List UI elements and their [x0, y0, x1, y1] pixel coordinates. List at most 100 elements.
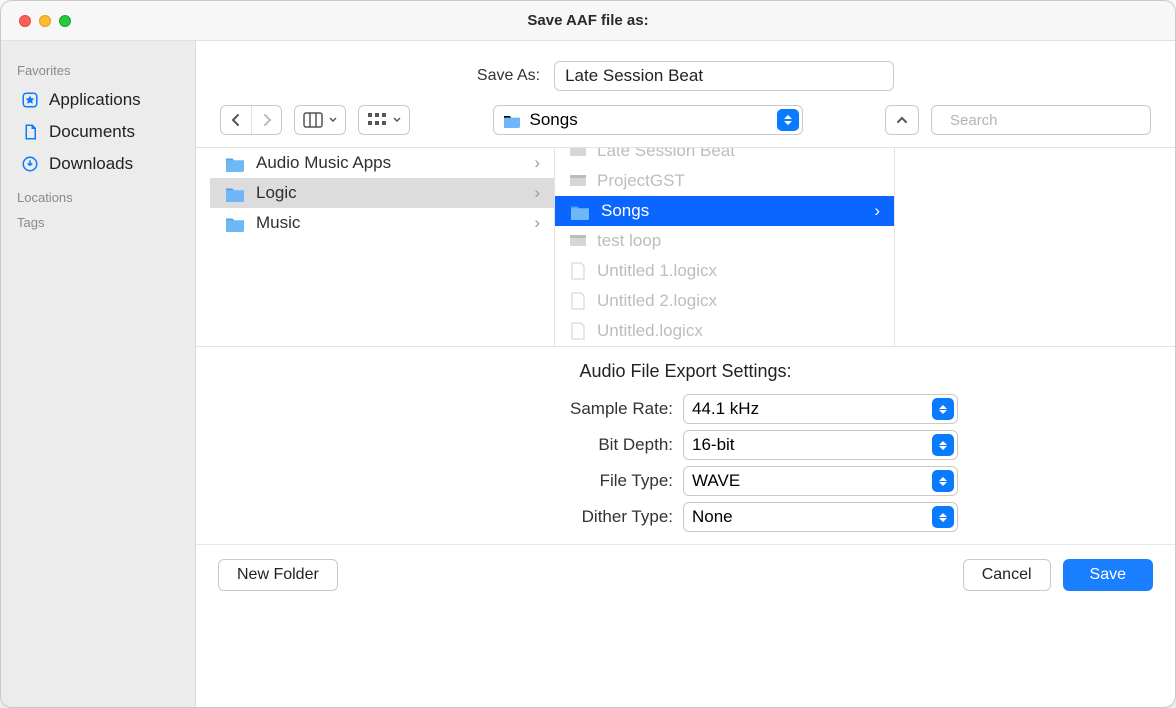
export-setting-label: Sample Rate: — [413, 399, 673, 419]
list-item[interactable]: ProjectGST — [555, 166, 894, 196]
list-item[interactable]: Untitled.logicx — [555, 316, 894, 346]
list-item[interactable]: Late Session Beat — [555, 148, 894, 166]
export-setting-label: File Type: — [413, 471, 673, 491]
chevron-right-icon: › — [534, 213, 540, 233]
main-panel: Save As: — [196, 41, 1175, 707]
close-window-button[interactable] — [19, 15, 31, 27]
list-item[interactable]: Audio Music Apps › — [210, 148, 554, 178]
sidebar-item-documents[interactable]: Documents — [11, 116, 185, 148]
new-folder-button[interactable]: New Folder — [218, 559, 338, 591]
folder-icon — [224, 184, 246, 202]
chevron-down-icon — [329, 117, 337, 123]
sidebar-section-favorites: Favorites — [17, 63, 179, 78]
project-icon — [569, 231, 587, 251]
list-item[interactable]: test loop — [555, 226, 894, 256]
export-setting-select[interactable]: 16-bit — [683, 430, 958, 460]
list-item[interactable]: Untitled 1.logicx — [555, 256, 894, 286]
export-setting-select[interactable]: 44.1 kHz — [683, 394, 958, 424]
folder-icon — [502, 112, 522, 128]
export-setting-select[interactable]: WAVE — [683, 466, 958, 496]
list-item-label: ProjectGST — [597, 171, 685, 191]
sidebar-section-locations: Locations — [17, 190, 179, 205]
list-item-label: Songs — [601, 201, 649, 221]
dialog-footer: New Folder Cancel Save — [196, 544, 1175, 613]
titlebar: Save AAF file as: — [1, 1, 1175, 41]
minimize-window-button[interactable] — [39, 15, 51, 27]
export-settings-panel: Audio File Export Settings: Sample Rate:… — [196, 347, 1175, 544]
collapse-browser-button[interactable] — [885, 105, 919, 135]
save-button[interactable]: Save — [1063, 559, 1153, 591]
list-item-label: Untitled.logicx — [597, 321, 703, 341]
columns-view-icon — [303, 112, 323, 128]
column-3[interactable] — [895, 148, 1175, 346]
search-input[interactable] — [950, 112, 1149, 129]
project-icon — [569, 148, 587, 161]
column-1[interactable]: Audio Music Apps › Logic › Music › — [210, 148, 555, 346]
window-title: Save AAF file as: — [527, 12, 648, 29]
chevron-right-icon — [261, 113, 273, 127]
list-item-label: Logic — [256, 183, 297, 203]
save-as-input[interactable] — [554, 61, 894, 91]
group-by-button[interactable] — [358, 105, 410, 135]
export-setting-row: File Type: WAVE — [196, 466, 1175, 496]
zoom-window-button[interactable] — [59, 15, 71, 27]
cancel-button[interactable]: Cancel — [963, 559, 1051, 591]
list-item-label: Untitled 1.logicx — [597, 261, 717, 281]
list-item-label: test loop — [597, 231, 661, 251]
list-item-label: Music — [256, 213, 300, 233]
sidebar-section-tags: Tags — [17, 215, 179, 230]
save-as-row: Save As: — [196, 41, 1175, 101]
export-setting-row: Bit Depth: 16-bit — [196, 430, 1175, 460]
nav-back-button[interactable] — [221, 106, 251, 134]
project-icon — [569, 171, 587, 191]
export-setting-row: Sample Rate: 44.1 kHz — [196, 394, 1175, 424]
grid-icon — [367, 112, 387, 128]
chevron-right-icon: › — [534, 153, 540, 173]
select-arrows-icon — [932, 506, 954, 528]
chevron-right-icon: › — [534, 183, 540, 203]
sidebar: Favorites Applications Documents Downloa… — [1, 41, 196, 707]
logic-file-icon — [569, 291, 587, 311]
applications-icon — [21, 91, 39, 109]
export-setting-select[interactable]: None — [683, 502, 958, 532]
select-arrows-icon — [932, 470, 954, 492]
list-item-label: Untitled 2.logicx — [597, 291, 717, 311]
list-item-label: Audio Music Apps — [256, 153, 391, 173]
sidebar-item-label: Applications — [49, 90, 141, 110]
folder-icon — [569, 202, 591, 220]
browser-toolbar: Songs — [196, 101, 1175, 147]
chevron-down-icon — [393, 117, 401, 123]
location-popup-arrows — [777, 109, 799, 131]
nav-forward-button[interactable] — [251, 106, 281, 134]
nav-back-forward — [220, 105, 282, 135]
export-setting-label: Dither Type: — [413, 507, 673, 527]
export-setting-value: 44.1 kHz — [692, 399, 759, 419]
location-popup[interactable]: Songs — [493, 105, 803, 135]
list-item[interactable]: Logic › — [210, 178, 554, 208]
export-setting-value: None — [692, 507, 733, 527]
chevron-up-icon — [896, 115, 908, 125]
column-2[interactable]: Late Session Beat ProjectGST Songs › test lo… — [555, 148, 895, 346]
list-item-label: Late Session Beat — [597, 148, 735, 161]
search-field[interactable] — [931, 105, 1151, 135]
export-settings-title: Audio File Export Settings: — [196, 361, 1175, 382]
export-setting-label: Bit Depth: — [413, 435, 673, 455]
documents-icon — [21, 123, 39, 141]
folder-icon — [224, 154, 246, 172]
downloads-icon — [21, 155, 39, 173]
list-item[interactable]: Music › — [210, 208, 554, 238]
chevron-right-icon: › — [874, 201, 880, 221]
save-dialog-window: Save AAF file as: Favorites Applications… — [0, 0, 1176, 708]
export-setting-value: WAVE — [692, 471, 740, 491]
sidebar-item-label: Documents — [49, 122, 135, 142]
view-columns-button[interactable] — [294, 105, 346, 135]
logic-file-icon — [569, 261, 587, 281]
sidebar-item-applications[interactable]: Applications — [11, 84, 185, 116]
sidebar-item-downloads[interactable]: Downloads — [11, 148, 185, 180]
list-item[interactable]: Songs › — [555, 196, 894, 226]
export-setting-value: 16-bit — [692, 435, 735, 455]
logic-file-icon — [569, 321, 587, 341]
column-browser: Audio Music Apps › Logic › Music › Late Sessi… — [196, 147, 1175, 347]
export-setting-row: Dither Type: None — [196, 502, 1175, 532]
list-item[interactable]: Untitled 2.logicx — [555, 286, 894, 316]
